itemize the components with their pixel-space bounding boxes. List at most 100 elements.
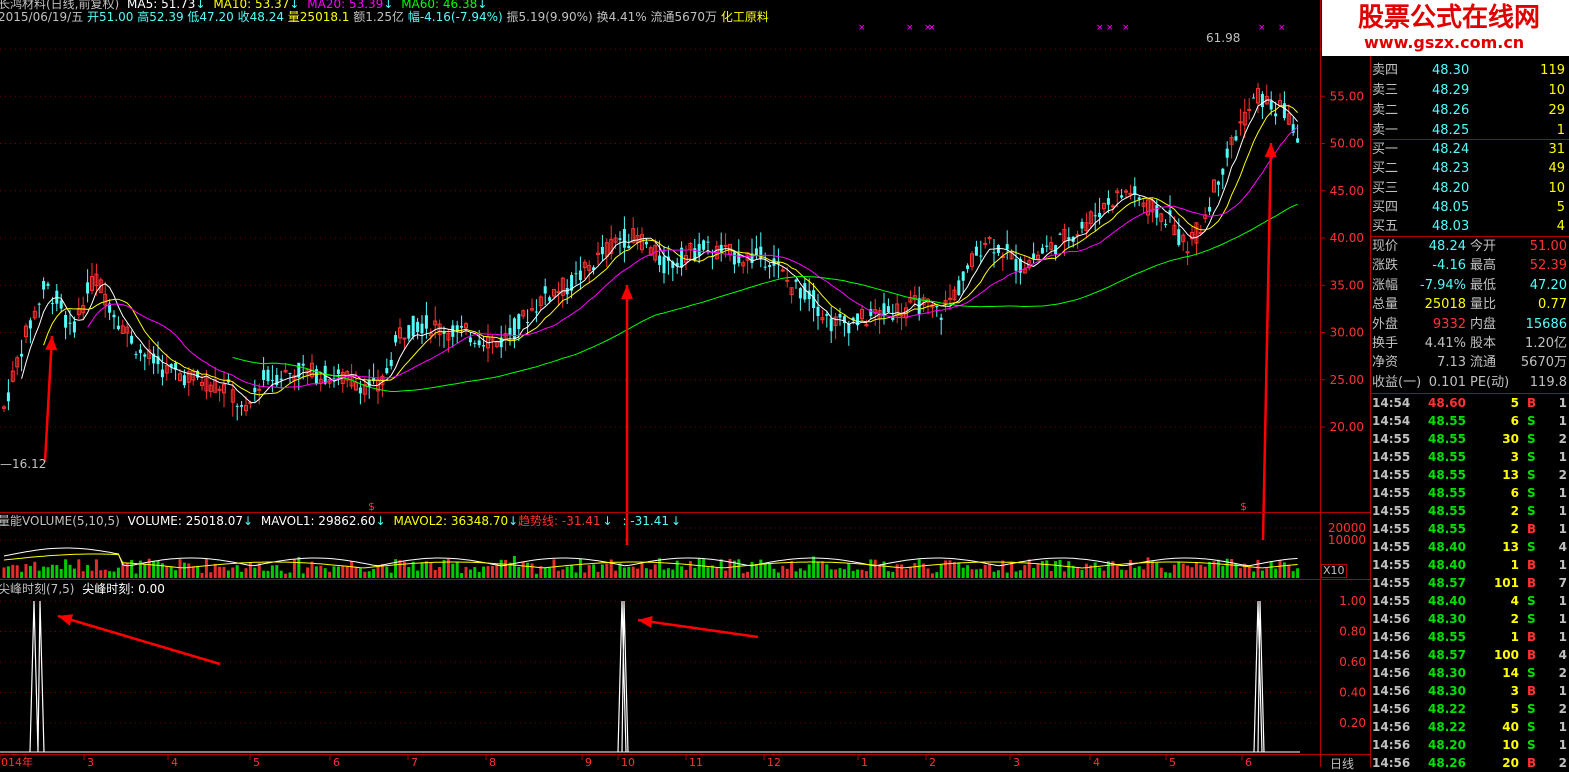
tick-count: 2 — [1558, 432, 1567, 446]
candle-body — [59, 300, 63, 309]
candle-body — [961, 271, 965, 281]
tick-count: 2 — [1558, 468, 1567, 482]
volume-bar — [781, 565, 785, 578]
volume-bar — [1203, 566, 1207, 578]
panel-divider — [0, 512, 1370, 513]
bid-volume: 5 — [1556, 199, 1565, 215]
candle-body — [482, 345, 486, 347]
volume-bar — [275, 565, 279, 578]
bid-price: 48.24 — [1432, 142, 1470, 157]
tick-time: 14:54 — [1372, 396, 1411, 410]
candle-body — [235, 405, 239, 407]
volume-bar — [746, 571, 750, 578]
candle-body — [253, 387, 257, 393]
ask-row: 卖一 48.25 1 — [1370, 121, 1569, 140]
banner-url: www.gszx.com.cn — [1364, 33, 1525, 52]
stat-row: 涨跌 -4.16 最高 52.39 — [1370, 256, 1569, 275]
volume-bar — [354, 566, 358, 578]
volume-bar — [926, 568, 930, 578]
volume-bar — [961, 567, 965, 578]
tick-side: B — [1527, 684, 1537, 698]
candle-body — [983, 242, 988, 245]
ma20-line — [87, 126, 1298, 389]
volume-bar — [310, 561, 314, 578]
tick-count: 7 — [1558, 576, 1567, 590]
volume-bar — [490, 565, 494, 578]
volume-bar — [1054, 561, 1058, 578]
candle-body — [1221, 168, 1225, 175]
volume-bar — [1067, 561, 1071, 578]
stock-chart-window: 长鸿材料(日线,前复权) MA5: 51.73↓ MA10: 53.37↓ MA… — [0, 0, 1569, 771]
candle-body — [957, 280, 961, 296]
ask-price: 48.26 — [1432, 103, 1470, 118]
volume-bar — [627, 566, 631, 578]
candle-body — [732, 252, 736, 265]
signal-marker: × — [1122, 23, 1130, 33]
volume-bar — [1194, 562, 1198, 578]
stat-value: -7.94% — [1420, 277, 1466, 293]
bid-level-label: 买二 — [1372, 161, 1399, 177]
volume-bar — [1256, 559, 1260, 578]
site-banner[interactable]: 股票公式在线网 www.gszx.com.cn — [1322, 0, 1569, 56]
tick-side: S — [1527, 702, 1536, 716]
candle-body — [112, 314, 116, 318]
volume-bar — [231, 567, 235, 578]
ask-price: 48.30 — [1432, 63, 1470, 78]
candle-body — [1238, 121, 1243, 124]
volume-bar — [900, 564, 904, 578]
volume-bar — [1287, 564, 1291, 578]
stat-row: 收益(一) 0.101 PE(动) 119.8 — [1370, 373, 1569, 392]
volume-bar — [869, 559, 873, 578]
stat-label: 最低 — [1470, 277, 1497, 293]
volume-bar — [649, 569, 653, 578]
volume-bar — [99, 570, 103, 578]
price-tick-label: 35.00 — [1330, 278, 1364, 292]
volume-bar — [680, 566, 684, 578]
volume-bar — [970, 569, 974, 578]
volume-bar — [1238, 568, 1242, 578]
candle-body — [1247, 108, 1252, 111]
tick-time: 14:55 — [1372, 576, 1411, 590]
volume-bar — [1146, 557, 1150, 578]
candle-body — [402, 337, 407, 340]
volume-bar — [772, 568, 776, 578]
volume-bar — [530, 563, 534, 578]
volume-bar — [1247, 566, 1251, 578]
volume-bar — [455, 562, 459, 578]
volume-bar — [944, 560, 948, 578]
peak-title: 尖峰时刻(7,5) — [0, 582, 75, 596]
volume-bar — [666, 568, 670, 578]
volume-bar — [930, 573, 934, 578]
x-tick-label: 1 — [861, 756, 868, 767]
kline-chart[interactable]: ×××××××××$$ 6055.0050.0045.0040.0035.003… — [0, 0, 1370, 767]
stat-label: 外盘 — [1372, 316, 1399, 332]
volume-bar — [512, 556, 516, 578]
candle-body — [182, 375, 186, 386]
volume-bar — [1168, 572, 1172, 578]
volume-bar — [187, 563, 191, 578]
bid-level-label: 买四 — [1372, 199, 1399, 215]
candle-body — [336, 369, 340, 374]
period-label[interactable]: 日线 — [1330, 757, 1354, 771]
stat-value: 1.20亿 — [1525, 336, 1567, 351]
min-price-label: —16.12 — [0, 457, 47, 471]
candle-body — [526, 322, 530, 324]
candle-body — [416, 321, 420, 333]
volume-bar — [50, 564, 54, 578]
volume-bar — [1159, 567, 1163, 578]
volume-panel-header: 量能VOLUME(5,10,5) VOLUME: 25018.07↓ MAVOL… — [0, 514, 518, 528]
volume-bar — [240, 571, 244, 578]
tick-side: B — [1527, 558, 1537, 572]
volume-bar — [1230, 558, 1234, 578]
candle-body — [477, 340, 481, 346]
peak-tick-label: 0.80 — [1339, 625, 1366, 639]
candle-body — [6, 392, 10, 402]
stat-value: 25018 — [1424, 297, 1466, 313]
tick-price: 48.40 — [1428, 558, 1466, 572]
peak-panel-header: 尖峰时刻(7,5) 尖峰时刻: 0.00 — [0, 582, 165, 596]
candle-body — [460, 325, 464, 328]
tick-price: 48.57 — [1428, 576, 1466, 590]
volume-bar — [42, 566, 46, 578]
volume-bar — [1106, 561, 1110, 578]
volume-bar — [1014, 571, 1018, 578]
